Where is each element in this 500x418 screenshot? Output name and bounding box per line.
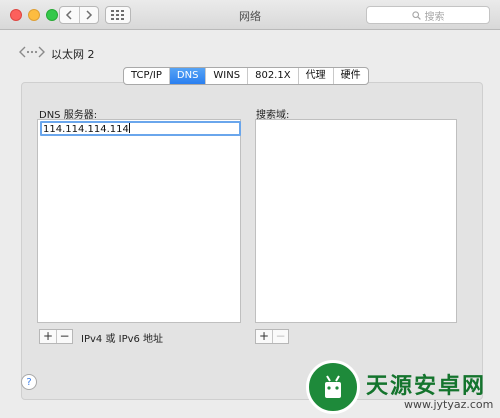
watermark-logo <box>306 360 360 414</box>
watermark: 天源安卓网 www.jytyaz.com <box>296 360 500 418</box>
dns-add-remove-buttons: + − <box>39 329 73 344</box>
search-icon <box>411 10 421 20</box>
network-preferences-window: 网络 搜索 以太网 2 TCP/IP DNS WINS 802.1X 代理 硬件… <box>0 0 500 418</box>
watermark-text: 天源安卓网 <box>366 374 487 399</box>
grid-icon <box>111 10 124 20</box>
title-bar: 网络 搜索 <box>0 0 500 30</box>
dns-server-value: 114.114.114.114 <box>43 124 129 135</box>
navigation-buttons <box>59 6 99 24</box>
watermark-url: www.jytyaz.com <box>404 398 494 411</box>
chevron-right-icon <box>86 10 93 20</box>
tab-wins[interactable]: WINS <box>205 68 247 84</box>
search-field[interactable]: 搜索 <box>366 6 490 24</box>
dns-server-entry-field[interactable]: 114.114.114.114 <box>40 121 241 136</box>
dns-servers-list[interactable]: 114.114.114.114 <box>37 119 241 323</box>
back-button[interactable] <box>60 7 79 23</box>
remove-dns-server-button[interactable]: − <box>56 330 72 343</box>
tab-802-1x[interactable]: 802.1X <box>247 68 297 84</box>
tab-proxies[interactable]: 代理 <box>297 68 333 84</box>
minimize-window-button[interactable] <box>28 9 40 21</box>
tab-hardware[interactable]: 硬件 <box>332 68 368 84</box>
tab-tcp-ip[interactable]: TCP/IP <box>124 68 169 84</box>
tab-dns[interactable]: DNS <box>168 68 206 84</box>
remove-search-domain-button[interactable]: − <box>272 330 288 343</box>
show-all-button[interactable] <box>105 6 131 24</box>
close-window-button[interactable] <box>10 9 22 21</box>
forward-button[interactable] <box>78 7 98 23</box>
dns-address-hint: IPv4 或 IPv6 地址 <box>81 334 164 345</box>
text-cursor <box>128 123 130 133</box>
zoom-window-button[interactable] <box>46 9 58 21</box>
interface-name: 以太网 2 <box>51 48 95 61</box>
add-search-domain-button[interactable]: + <box>256 330 272 343</box>
search-domain-add-remove-buttons: + − <box>255 329 289 344</box>
add-dns-server-button[interactable]: + <box>40 330 56 343</box>
search-domains-list[interactable] <box>255 119 457 323</box>
tab-bar: TCP/IP DNS WINS 802.1X 代理 硬件 <box>123 67 369 85</box>
chevron-left-icon <box>66 10 73 20</box>
search-placeholder: 搜索 <box>424 11 445 23</box>
network-ethernet-icon[interactable] <box>19 42 47 62</box>
help-button[interactable]: ? <box>21 374 37 390</box>
